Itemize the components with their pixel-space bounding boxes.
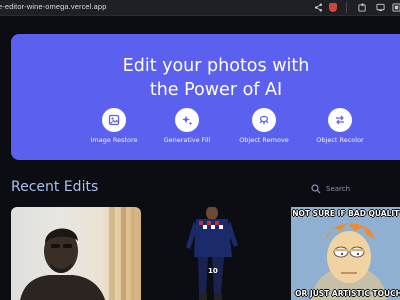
object-remove-icon — [252, 108, 276, 132]
menu-icon[interactable] — [391, 2, 400, 12]
shield-icon[interactable] — [328, 2, 338, 12]
sparkles-icon — [175, 108, 199, 132]
tool-label: Image Restore — [90, 136, 138, 144]
toolbar-divider — [346, 2, 347, 13]
share-icon[interactable] — [313, 2, 323, 12]
browser-toolbar: e-editor-wine-omega.vercel.app — [0, 0, 400, 16]
recolor-icon — [328, 108, 352, 132]
search-box[interactable]: Search — [311, 183, 350, 195]
meme-bottom-text: OR JUST ARTISTIC TOUCH — [295, 289, 400, 298]
svg-text:10: 10 — [208, 267, 218, 275]
search-label: Search — [326, 185, 351, 193]
recent-edits-heading: Recent Edits — [11, 179, 99, 195]
address-bar[interactable]: e-editor-wine-omega.vercel.app — [0, 2, 106, 11]
player-image: 10 — [186, 207, 238, 300]
portrait-image — [20, 207, 135, 300]
recent-edit-card[interactable] — [11, 207, 141, 300]
extensions-icon[interactable] — [357, 2, 367, 12]
hero-title-line1: Edit your photos with — [122, 56, 310, 76]
hero-banner: Edit your photos with the Power of AI Im… — [11, 34, 400, 160]
tool-list: Image Restore Generative Fill Object Rem… — [11, 108, 400, 158]
tool-image-restore[interactable]: Image Restore — [74, 108, 154, 144]
search-icon — [311, 184, 321, 194]
meme-top-text: NOT SURE IF BAD QUALITY — [292, 209, 400, 218]
cast-icon[interactable] — [375, 2, 385, 12]
hero-title-line2: the Power of AI — [149, 80, 283, 100]
recent-edit-card[interactable]: 10 — [150, 207, 282, 300]
tool-object-remove[interactable]: Object Remove — [224, 108, 304, 144]
hero-title: Edit your photos with the Power of AI — [11, 54, 400, 102]
recent-edit-card[interactable]: NOT SURE IF BAD QUALITY OR JUST ARTISTIC… — [291, 207, 400, 300]
tool-label: Object Remove — [239, 136, 289, 144]
tool-object-recolor[interactable]: Object Recolor — [300, 108, 380, 144]
meme-image — [291, 207, 400, 300]
tool-generative-fill[interactable]: Generative Fill — [147, 108, 227, 144]
tool-label: Generative Fill — [163, 136, 211, 144]
tool-label: Object Recolor — [316, 136, 364, 144]
image-restore-icon — [102, 108, 126, 132]
